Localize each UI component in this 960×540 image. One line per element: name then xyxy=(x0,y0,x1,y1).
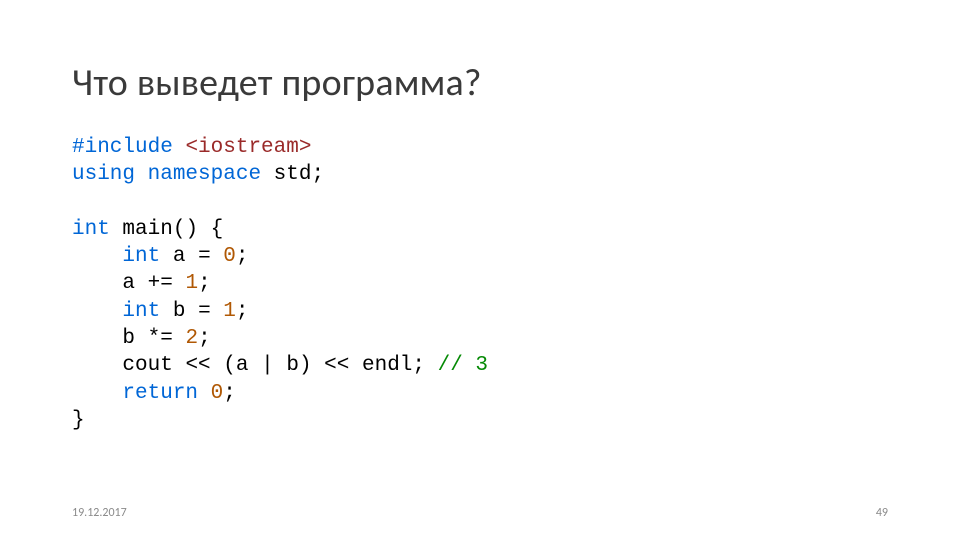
brace-open: { xyxy=(211,218,224,241)
paren-open: ( xyxy=(173,218,186,241)
kw-using: using xyxy=(72,163,135,186)
slide-footer: 19.12.2017 49 xyxy=(72,506,888,520)
paren-close-2: ) xyxy=(299,354,312,377)
semi-5: ; xyxy=(198,327,211,350)
semi: ; xyxy=(311,163,324,186)
id-b-1: b xyxy=(173,300,186,323)
brace-close: } xyxy=(72,409,85,432)
footer-date: 19.12.2017 xyxy=(72,506,127,520)
paren-open-2: ( xyxy=(223,354,236,377)
semi-3: ; xyxy=(198,272,211,295)
id-b-3: b xyxy=(286,354,299,377)
op-eq-1: = xyxy=(198,245,211,268)
op-eq-2: = xyxy=(198,300,211,323)
id-cout: cout xyxy=(122,354,172,377)
lit-0-2: 0 xyxy=(211,382,224,405)
include-header: <iostream> xyxy=(185,136,311,159)
kw-int-1: int xyxy=(72,218,110,241)
id-main: main xyxy=(122,218,172,241)
include-directive: #include xyxy=(72,136,173,159)
op-stareq: *= xyxy=(148,327,173,350)
id-a-1: a xyxy=(173,245,186,268)
semi-4: ; xyxy=(236,300,249,323)
slide: Что выведет программа? #include <iostrea… xyxy=(0,0,960,540)
op-ltlt-2: << xyxy=(324,354,349,377)
slide-title: Что выведет программа? xyxy=(72,60,888,106)
id-endl: endl xyxy=(362,354,412,377)
op-pipe: | xyxy=(261,354,274,377)
lit-1-1: 1 xyxy=(185,272,198,295)
lit-0-1: 0 xyxy=(223,245,236,268)
lit-1-2: 1 xyxy=(223,300,236,323)
op-pluseq: += xyxy=(148,272,173,295)
code-block: #include <iostream> using namespace std;… xyxy=(72,134,888,434)
kw-namespace: namespace xyxy=(148,163,261,186)
kw-int-2: int xyxy=(122,245,160,268)
id-std: std xyxy=(274,163,312,186)
semi-6: ; xyxy=(412,354,425,377)
kw-return: return xyxy=(122,382,198,405)
footer-page: 49 xyxy=(876,506,888,520)
kw-int-3: int xyxy=(122,300,160,323)
id-a-2: a xyxy=(122,272,135,295)
id-b-2: b xyxy=(122,327,135,350)
paren-close: ) xyxy=(185,218,198,241)
id-a-3: a xyxy=(236,354,249,377)
semi-2: ; xyxy=(236,245,249,268)
op-ltlt-1: << xyxy=(185,354,210,377)
comment: // 3 xyxy=(438,354,488,377)
lit-2: 2 xyxy=(185,327,198,350)
semi-7: ; xyxy=(223,382,236,405)
